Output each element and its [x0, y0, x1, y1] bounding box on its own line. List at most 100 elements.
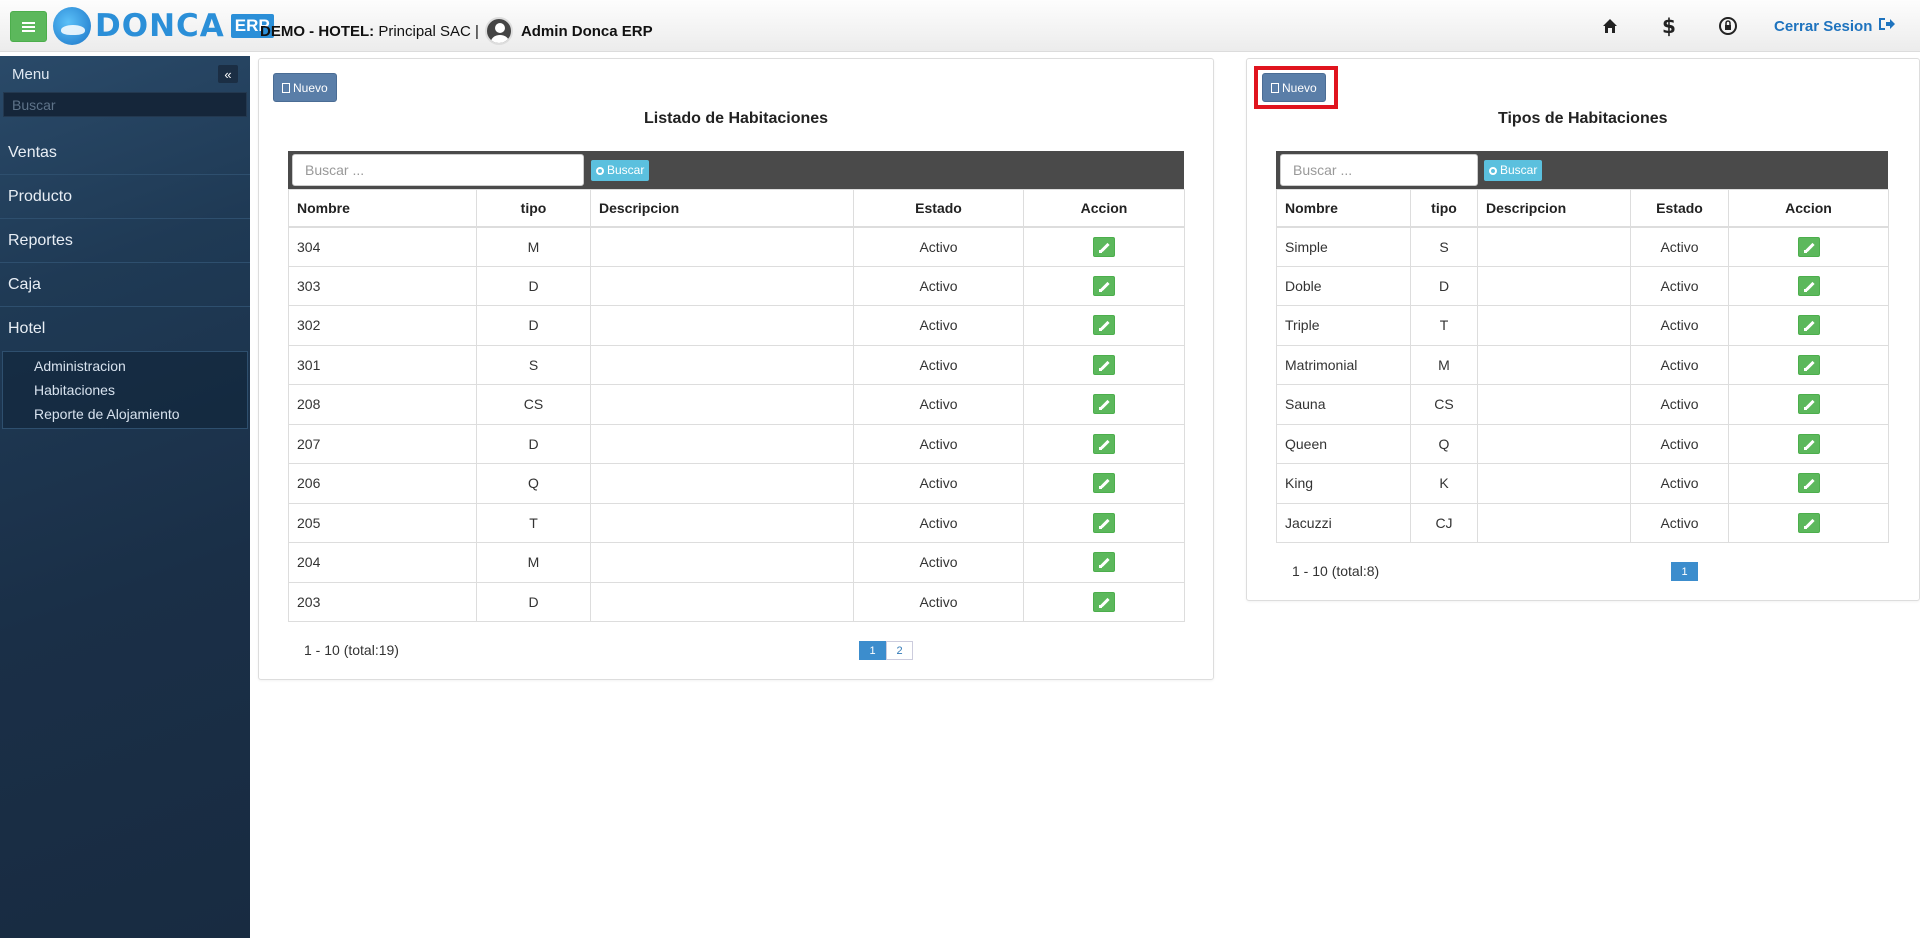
edit-pencil-icon[interactable]	[1093, 512, 1115, 533]
cell-nombre: 208	[288, 384, 477, 425]
rooms-search-input[interactable]: Buscar ...	[292, 154, 584, 186]
column-header[interactable]: Descripcion	[1477, 189, 1631, 228]
edit-pencil-icon[interactable]	[1093, 591, 1115, 612]
column-header[interactable]: Descripcion	[590, 189, 854, 228]
cell-estado: Activo	[1630, 305, 1729, 346]
cell-tipo: T	[476, 502, 591, 543]
edit-pencil-icon[interactable]	[1093, 552, 1115, 573]
edit-pencil-icon[interactable]	[1797, 473, 1820, 494]
header-info: DEMO - HOTEL: Principal SAC | Admin Donc…	[260, 17, 653, 45]
table-row: 203 D Activo	[288, 581, 1185, 622]
user-avatar-icon	[484, 17, 513, 45]
cell-descripcion	[1477, 384, 1631, 425]
rooms-search-bar: Buscar ... Buscar	[288, 151, 1184, 189]
cell-descripcion	[1477, 305, 1631, 346]
room-types-title: Tipos de Habitaciones	[1498, 110, 1668, 127]
search-icon	[1489, 166, 1497, 175]
cell-nombre: 204	[288, 542, 477, 583]
sidebar-subitem-administracion[interactable]: Administracion	[3, 354, 247, 378]
cell-estado: Activo	[853, 581, 1024, 622]
sidebar-item-ventas[interactable]: Ventas	[0, 131, 250, 175]
app-logo[interactable]: DONCA ERP	[53, 5, 274, 47]
sidebar-header: Menu «	[0, 56, 250, 92]
room-types-search-input[interactable]: Buscar ...	[1280, 154, 1478, 186]
edit-pencil-icon[interactable]	[1797, 394, 1820, 415]
column-header[interactable]: tipo	[476, 189, 591, 228]
sidebar-subitem-reporte-alojamiento[interactable]: Reporte de Alojamiento	[3, 402, 247, 426]
logout-label: Cerrar Sesion	[1774, 18, 1873, 35]
column-header[interactable]: tipo	[1410, 189, 1478, 228]
new-room-button[interactable]: Nuevo	[273, 73, 337, 102]
cell-accion	[1023, 344, 1185, 385]
room-types-table: Nombre tipo Descripcion Estado Accion Si…	[1276, 189, 1889, 543]
table-row: 208 CS Activo	[288, 384, 1185, 425]
cell-estado: Activo	[853, 226, 1024, 267]
sidebar-item-caja[interactable]: Caja	[0, 263, 250, 307]
edit-pencil-icon[interactable]	[1093, 315, 1115, 336]
cell-accion	[1728, 305, 1889, 346]
cell-nombre: Queen	[1276, 423, 1411, 464]
edit-pencil-icon[interactable]	[1797, 275, 1820, 296]
cell-estado: Activo	[1630, 226, 1729, 267]
collapse-sidebar-icon[interactable]: «	[218, 65, 238, 83]
cell-descripcion	[1477, 226, 1631, 267]
edit-pencil-icon[interactable]	[1093, 473, 1115, 494]
edit-pencil-icon[interactable]	[1093, 236, 1115, 257]
cell-estado: Activo	[853, 463, 1024, 504]
edit-pencil-icon[interactable]	[1797, 512, 1820, 533]
table-row: Simple S Activo	[1276, 226, 1889, 267]
rooms-search-label: Buscar	[607, 163, 645, 177]
cell-descripcion	[590, 265, 854, 306]
room-types-page-1-button[interactable]: 1	[1671, 562, 1698, 581]
home-icon[interactable]	[1597, 13, 1623, 39]
logout-link[interactable]: Cerrar Sesion	[1774, 16, 1896, 37]
top-navbar: DONCA ERP DEMO - HOTEL: Principal SAC | …	[0, 0, 1920, 52]
cell-nombre: King	[1276, 463, 1411, 504]
cell-tipo: Q	[1410, 423, 1478, 464]
cell-nombre: 206	[288, 463, 477, 504]
cell-accion	[1728, 502, 1889, 543]
column-header[interactable]: Estado	[1630, 189, 1729, 228]
cell-accion	[1023, 226, 1185, 267]
rooms-page-2-button[interactable]: 2	[886, 641, 913, 660]
cell-tipo: K	[1410, 463, 1478, 504]
room-types-search-button[interactable]: Buscar	[1484, 160, 1543, 181]
sidebar-item-producto[interactable]: Producto	[0, 175, 250, 219]
column-header[interactable]: Nombre	[288, 189, 477, 228]
cell-accion	[1023, 423, 1185, 464]
edit-pencil-icon[interactable]	[1797, 315, 1820, 336]
cell-estado: Activo	[1630, 265, 1729, 306]
cell-descripcion	[590, 581, 854, 622]
rooms-search-button[interactable]: Buscar	[591, 160, 650, 181]
edit-pencil-icon[interactable]	[1093, 275, 1115, 296]
sidebar-search-input[interactable]: Buscar	[3, 92, 247, 117]
table-row: 304 M Activo	[288, 226, 1185, 267]
edit-pencil-icon[interactable]	[1093, 394, 1115, 415]
table-row: 301 S Activo	[288, 344, 1185, 385]
edit-pencil-icon[interactable]	[1093, 354, 1115, 375]
column-header[interactable]: Nombre	[1276, 189, 1411, 228]
edit-pencil-icon[interactable]	[1797, 433, 1820, 454]
user-name: Admin Donca ERP	[520, 22, 653, 40]
column-header[interactable]: Estado	[853, 189, 1024, 228]
dollar-icon[interactable]: $	[1656, 13, 1682, 39]
table-header-row: Nombre tipo Descripcion Estado Accion	[288, 189, 1185, 228]
cell-nombre: 301	[288, 344, 477, 385]
cell-tipo: S	[476, 344, 591, 385]
cell-descripcion	[1477, 423, 1631, 464]
edit-pencil-icon[interactable]	[1797, 236, 1820, 257]
sidebar-subitem-habitaciones[interactable]: Habitaciones	[3, 378, 247, 402]
menu-toggle-button[interactable]	[10, 11, 47, 42]
edit-pencil-icon[interactable]	[1797, 354, 1820, 375]
sidebar-item-hotel[interactable]: Hotel	[0, 307, 250, 351]
rooms-page-1-button[interactable]: 1	[859, 641, 886, 660]
lock-icon[interactable]	[1715, 13, 1741, 39]
cell-estado: Activo	[1630, 502, 1729, 543]
edit-pencil-icon[interactable]	[1093, 433, 1115, 454]
sidebar-item-reportes[interactable]: Reportes	[0, 219, 250, 263]
column-header: Accion	[1728, 189, 1889, 228]
cell-tipo: D	[1410, 265, 1478, 306]
cell-estado: Activo	[1630, 423, 1729, 464]
cell-nombre: 302	[288, 305, 477, 346]
cell-tipo: Q	[476, 463, 591, 504]
